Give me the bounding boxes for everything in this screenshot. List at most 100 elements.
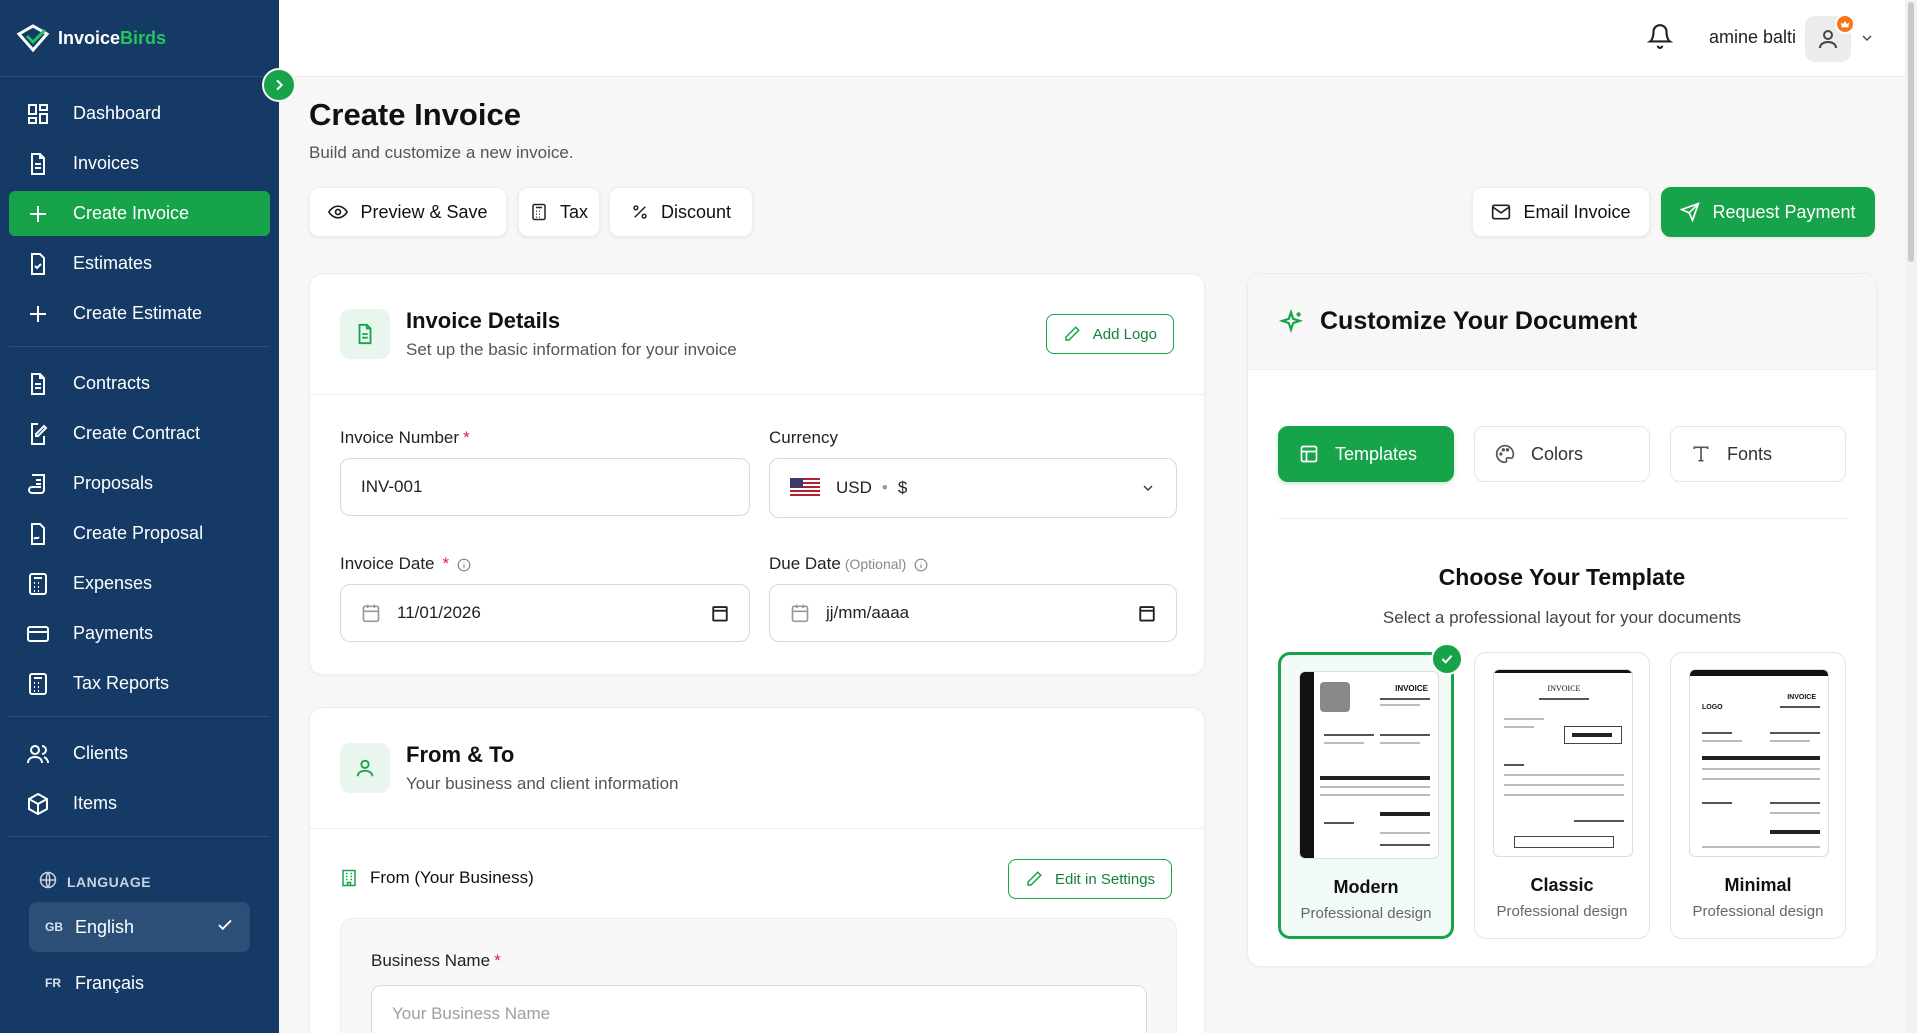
language-option-french[interactable]: FR Français bbox=[29, 958, 250, 1008]
language-label: English bbox=[75, 916, 135, 937]
topbar: amine balti bbox=[279, 0, 1917, 77]
sidebar-item-invoices[interactable]: Invoices bbox=[9, 141, 270, 186]
required-mark: * bbox=[463, 428, 470, 447]
sidebar: InvoiceBirds Dashboard Invoices Create I… bbox=[0, 0, 279, 1033]
pencil-icon bbox=[1063, 325, 1081, 343]
info-icon[interactable] bbox=[914, 558, 928, 572]
sidebar-item-dashboard[interactable]: Dashboard bbox=[9, 91, 270, 136]
template-modern[interactable]: INVOICE Modern Professional design bbox=[1278, 643, 1463, 939]
invoice-number-label: Invoice Number * bbox=[340, 428, 470, 448]
template-preview: INVOICE bbox=[1493, 669, 1633, 857]
brand-name-part1: Invoice bbox=[58, 27, 121, 48]
sidebar-item-payments[interactable]: Payments bbox=[9, 611, 270, 656]
template-name: Minimal bbox=[1724, 875, 1792, 895]
preview-topbar bbox=[1690, 670, 1828, 676]
business-name-input[interactable]: Your Business Name bbox=[371, 985, 1147, 1033]
sidebar-item-label: Dashboard bbox=[73, 103, 162, 123]
edit-in-settings-label: Edit in Settings bbox=[1055, 870, 1156, 888]
document-icon bbox=[25, 371, 51, 397]
template-desc: Professional design bbox=[1300, 905, 1432, 922]
card-title: From & To bbox=[406, 742, 515, 767]
sidebar-item-estimates[interactable]: Estimates bbox=[9, 241, 270, 286]
tab-label: Fonts bbox=[1727, 443, 1773, 464]
calendar-picker-icon[interactable] bbox=[1138, 604, 1156, 622]
preview-line bbox=[1504, 794, 1624, 796]
language-code: FR bbox=[45, 976, 61, 990]
sidebar-toggle-button[interactable] bbox=[262, 68, 296, 102]
tab-label: Colors bbox=[1531, 443, 1584, 464]
business-name-placeholder: Your Business Name bbox=[392, 1004, 551, 1023]
required-mark: * bbox=[442, 554, 450, 573]
sidebar-item-label: Payments bbox=[73, 623, 154, 643]
sidebar-item-create-estimate[interactable]: Create Estimate bbox=[9, 291, 270, 336]
preview-save-button[interactable]: Preview & Save bbox=[309, 187, 507, 237]
add-logo-button[interactable]: Add Logo bbox=[1045, 314, 1174, 354]
email-invoice-button[interactable]: Email Invoice bbox=[1472, 187, 1650, 237]
edit-in-settings-button[interactable]: Edit in Settings bbox=[1008, 859, 1173, 899]
preview-line bbox=[1320, 786, 1430, 788]
preview-line bbox=[1324, 822, 1354, 824]
tax-button[interactable]: Tax bbox=[518, 187, 600, 237]
currency-select[interactable]: USD • $ bbox=[769, 458, 1177, 518]
brand[interactable]: InvoiceBirds bbox=[0, 0, 279, 77]
language-option-english[interactable]: GB English bbox=[29, 902, 250, 952]
due-date-label: Due Date (Optional) bbox=[769, 554, 928, 574]
file-edit-icon bbox=[25, 421, 51, 447]
plus-icon bbox=[25, 201, 51, 227]
sidebar-item-items[interactable]: Items bbox=[9, 781, 270, 826]
chevron-down-icon[interactable] bbox=[1859, 30, 1875, 51]
sidebar-item-clients[interactable]: Clients bbox=[9, 731, 270, 776]
tab-fonts[interactable]: Fonts bbox=[1670, 426, 1846, 482]
template-minimal[interactable]: LOGO INVOICE Minimal Professional design bbox=[1670, 652, 1846, 939]
due-date-input[interactable]: jj/mm/aaaa bbox=[769, 584, 1177, 642]
customize-card: Customize Your Document Templates Colors… bbox=[1247, 273, 1877, 967]
invoice-details-card: Invoice Details Set up the basic informa… bbox=[309, 273, 1205, 675]
invoice-number-input[interactable]: INV-001 bbox=[340, 458, 750, 516]
info-icon[interactable] bbox=[457, 558, 471, 572]
plus-icon bbox=[25, 301, 51, 327]
mail-icon bbox=[1491, 202, 1511, 222]
sidebar-item-expenses[interactable]: Expenses bbox=[9, 561, 270, 606]
scrollbar-thumb[interactable] bbox=[1908, 2, 1914, 262]
sidebar-item-tax-reports[interactable]: Tax Reports bbox=[9, 661, 270, 706]
calendar-picker-icon[interactable] bbox=[711, 604, 729, 622]
invoice-date-label-text: Invoice Date bbox=[340, 554, 435, 573]
sidebar-item-create-invoice[interactable]: Create Invoice bbox=[9, 191, 270, 236]
request-payment-button[interactable]: Request Payment bbox=[1661, 187, 1875, 237]
invoice-details-header: Invoice Details Set up the basic informa… bbox=[310, 274, 1204, 395]
request-payment-label: Request Payment bbox=[1712, 201, 1856, 222]
sidebar-item-contracts[interactable]: Contracts bbox=[9, 361, 270, 406]
sidebar-item-create-proposal[interactable]: Create Proposal bbox=[9, 511, 270, 556]
sidebar-item-create-contract[interactable]: Create Contract bbox=[9, 411, 270, 456]
sidebar-item-label: Clients bbox=[73, 743, 129, 763]
sidebar-item-proposals[interactable]: Proposals bbox=[9, 461, 270, 506]
users-icon bbox=[25, 741, 51, 767]
calculator-icon bbox=[25, 671, 51, 697]
credit-card-icon bbox=[25, 621, 51, 647]
preview-sidebar bbox=[1300, 672, 1314, 858]
sparkles-icon bbox=[1278, 308, 1304, 335]
preview-line bbox=[1702, 846, 1820, 848]
user-name[interactable]: amine balti bbox=[1709, 27, 1796, 48]
preview-line bbox=[1324, 734, 1374, 736]
invoice-date-value: 11/01/2026 bbox=[397, 603, 481, 622]
invoice-date-input[interactable]: 11/01/2026 bbox=[340, 584, 750, 642]
template-classic[interactable]: INVOICE Classic Professional design bbox=[1474, 652, 1650, 939]
preview-line bbox=[1770, 740, 1810, 742]
tab-templates[interactable]: Templates bbox=[1278, 426, 1454, 482]
tab-colors[interactable]: Colors bbox=[1474, 426, 1650, 482]
currency-code: USD bbox=[836, 478, 872, 497]
check-circle-icon bbox=[1431, 643, 1463, 675]
preview-line bbox=[1770, 732, 1820, 734]
currency-separator: • bbox=[881, 478, 888, 497]
scrollbar[interactable] bbox=[1905, 0, 1917, 1033]
preview-save-label: Preview & Save bbox=[360, 201, 488, 222]
scroll-icon bbox=[25, 471, 51, 497]
avatar[interactable] bbox=[1805, 14, 1855, 62]
bell-icon[interactable] bbox=[1646, 22, 1674, 55]
sidebar-item-label: Create Contract bbox=[73, 423, 201, 443]
sidebar-nav: Dashboard Invoices Create Invoice Estima… bbox=[0, 77, 279, 837]
preview-line bbox=[1320, 794, 1430, 796]
template-desc: Professional design bbox=[1692, 903, 1824, 920]
discount-button[interactable]: Discount bbox=[609, 187, 753, 237]
